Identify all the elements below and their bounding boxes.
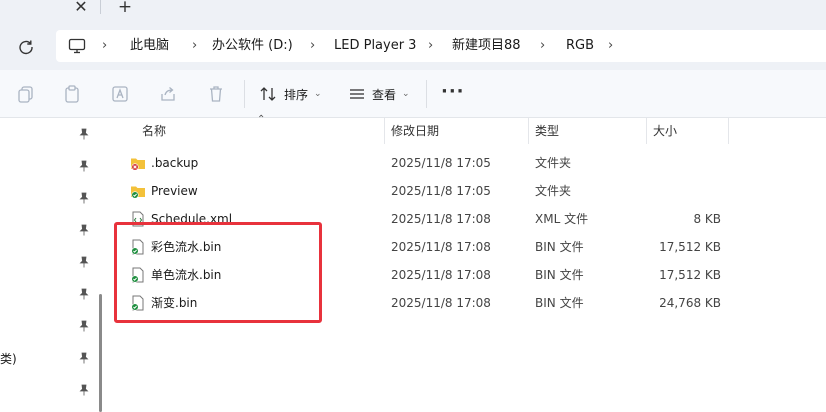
breadcrumb-led-player[interactable]: LED Player 3 xyxy=(334,37,416,55)
file-row[interactable]: Preview 2025/11/8 17:05 文件夹 xyxy=(126,177,726,205)
pin-icon[interactable] xyxy=(78,224,90,236)
file-type: 文件夹 xyxy=(535,156,572,170)
column-divider[interactable] xyxy=(528,118,529,144)
chevron-right-icon[interactable]: › xyxy=(192,37,197,55)
file-row[interactable]: 渐变.bin 2025/11/8 17:08 BIN 文件 24,768 KB xyxy=(126,289,726,317)
file-size xyxy=(641,177,721,205)
view-button[interactable]: 查看 ⌄ xyxy=(348,84,410,104)
this-pc-icon[interactable] xyxy=(68,38,86,54)
file-date: 2025/11/8 17:08 xyxy=(391,268,491,282)
file-date: 2025/11/8 17:05 xyxy=(391,184,491,198)
file-row[interactable]: .backup 2025/11/8 17:05 文件夹 xyxy=(126,149,726,177)
file-name: Preview xyxy=(151,184,198,198)
breadcrumb-project[interactable]: 新建项目88 xyxy=(452,37,521,55)
file-list: ⌃ 名称 修改日期 类型 大小 .backup 2025/11/8 17:05 … xyxy=(112,114,826,412)
breadcrumb-this-pc[interactable]: 此电脑 xyxy=(130,37,169,55)
file-row[interactable]: 单色流水.bin 2025/11/8 17:08 BIN 文件 17,512 K… xyxy=(126,261,726,289)
rename-icon[interactable] xyxy=(110,84,130,104)
column-header-date[interactable]: 修改日期 xyxy=(391,118,439,144)
pin-icon[interactable] xyxy=(78,320,90,332)
column-header-size[interactable]: 大小 xyxy=(653,118,677,144)
file-size: 17,512 KB xyxy=(659,268,721,282)
pin-icon[interactable] xyxy=(78,384,90,396)
address-bar[interactable]: › 此电脑 › 办公软件 (D:) › LED Player 3 › 新建项目8… xyxy=(56,30,826,62)
bin-file-synced-icon xyxy=(131,267,144,283)
file-date: 2025/11/8 17:08 xyxy=(391,212,491,226)
folder-synced-icon xyxy=(131,186,145,199)
close-tab-icon[interactable]: ✕ xyxy=(72,0,90,16)
file-size: 24,768 KB xyxy=(659,296,721,310)
tab-strip: ✕ + xyxy=(0,0,826,22)
pin-icon[interactable] xyxy=(78,288,90,300)
file-type: BIN 文件 xyxy=(535,296,584,310)
xml-file-icon xyxy=(132,211,144,227)
paste-icon[interactable] xyxy=(62,84,82,104)
chevron-right-icon[interactable]: › xyxy=(310,37,315,55)
tab-divider xyxy=(100,0,101,14)
delete-icon[interactable] xyxy=(206,84,226,104)
file-date: 2025/11/8 17:05 xyxy=(391,156,491,170)
file-row[interactable]: 彩色流水.bin 2025/11/8 17:08 BIN 文件 17,512 K… xyxy=(126,233,726,261)
pin-icon[interactable] xyxy=(78,256,90,268)
chevron-right-icon[interactable]: › xyxy=(428,37,433,55)
column-header-name[interactable]: 名称 xyxy=(142,118,166,144)
file-date: 2025/11/8 17:08 xyxy=(391,296,491,310)
copy-icon[interactable] xyxy=(16,84,36,104)
sort-button[interactable]: 排序 ⌄ xyxy=(260,84,322,104)
share-icon[interactable] xyxy=(158,84,178,104)
breadcrumb-drive-d[interactable]: 办公软件 (D:) xyxy=(212,37,293,55)
bin-file-synced-icon xyxy=(131,295,144,311)
pin-icon[interactable] xyxy=(78,192,90,204)
file-name: Schedule.xml xyxy=(151,212,233,226)
sort-icon xyxy=(260,87,276,101)
nav-item-label[interactable]: 类) xyxy=(0,350,17,367)
file-name: .backup xyxy=(151,156,199,170)
pin-icon[interactable] xyxy=(78,352,90,364)
file-size xyxy=(641,149,721,177)
file-size: 8 KB xyxy=(693,212,721,226)
chevron-right-icon[interactable]: › xyxy=(102,37,107,55)
file-type: 文件夹 xyxy=(535,184,572,198)
column-divider[interactable] xyxy=(384,118,385,144)
pin-icon[interactable] xyxy=(78,128,90,140)
column-header-type[interactable]: 类型 xyxy=(535,118,559,144)
file-name: 单色流水.bin xyxy=(151,268,222,282)
new-tab-button[interactable]: + xyxy=(115,0,135,17)
bin-file-synced-icon xyxy=(131,239,144,255)
file-type: BIN 文件 xyxy=(535,268,584,282)
navigation-pane: 类) xyxy=(0,118,104,412)
view-label: 查看 xyxy=(372,87,397,102)
more-options-button[interactable]: ··· xyxy=(441,83,465,101)
file-date: 2025/11/8 17:08 xyxy=(391,240,491,254)
column-divider[interactable] xyxy=(728,118,729,144)
breadcrumb-rgb[interactable]: RGB xyxy=(566,37,594,55)
sort-label: 排序 xyxy=(284,87,309,102)
sort-ascending-icon: ⌃ xyxy=(257,114,266,125)
chevron-right-icon[interactable]: › xyxy=(540,37,545,55)
file-row[interactable]: Schedule.xml 2025/11/8 17:08 XML 文件 8 KB xyxy=(126,205,726,233)
pin-icon[interactable] xyxy=(78,160,90,172)
chevron-down-icon: ⌄ xyxy=(314,89,322,99)
command-toolbar: 排序 ⌄ 查看 ⌄ ··· xyxy=(0,70,826,118)
toolbar-separator xyxy=(244,80,245,108)
column-divider[interactable] xyxy=(646,118,647,144)
folder-error-icon xyxy=(131,158,145,171)
file-size: 17,512 KB xyxy=(659,240,721,254)
chevron-down-icon: ⌄ xyxy=(402,89,410,99)
toolbar-separator xyxy=(426,80,427,108)
file-type: BIN 文件 xyxy=(535,240,584,254)
address-row: › 此电脑 › 办公软件 (D:) › LED Player 3 › 新建项目8… xyxy=(0,22,826,70)
file-name: 彩色流水.bin xyxy=(151,240,222,254)
chevron-right-icon[interactable]: › xyxy=(608,37,613,55)
refresh-icon[interactable] xyxy=(15,36,37,58)
nav-scrollbar[interactable] xyxy=(99,294,102,412)
view-icon xyxy=(350,89,364,99)
file-name: 渐变.bin xyxy=(151,296,198,310)
file-type: XML 文件 xyxy=(535,212,589,226)
